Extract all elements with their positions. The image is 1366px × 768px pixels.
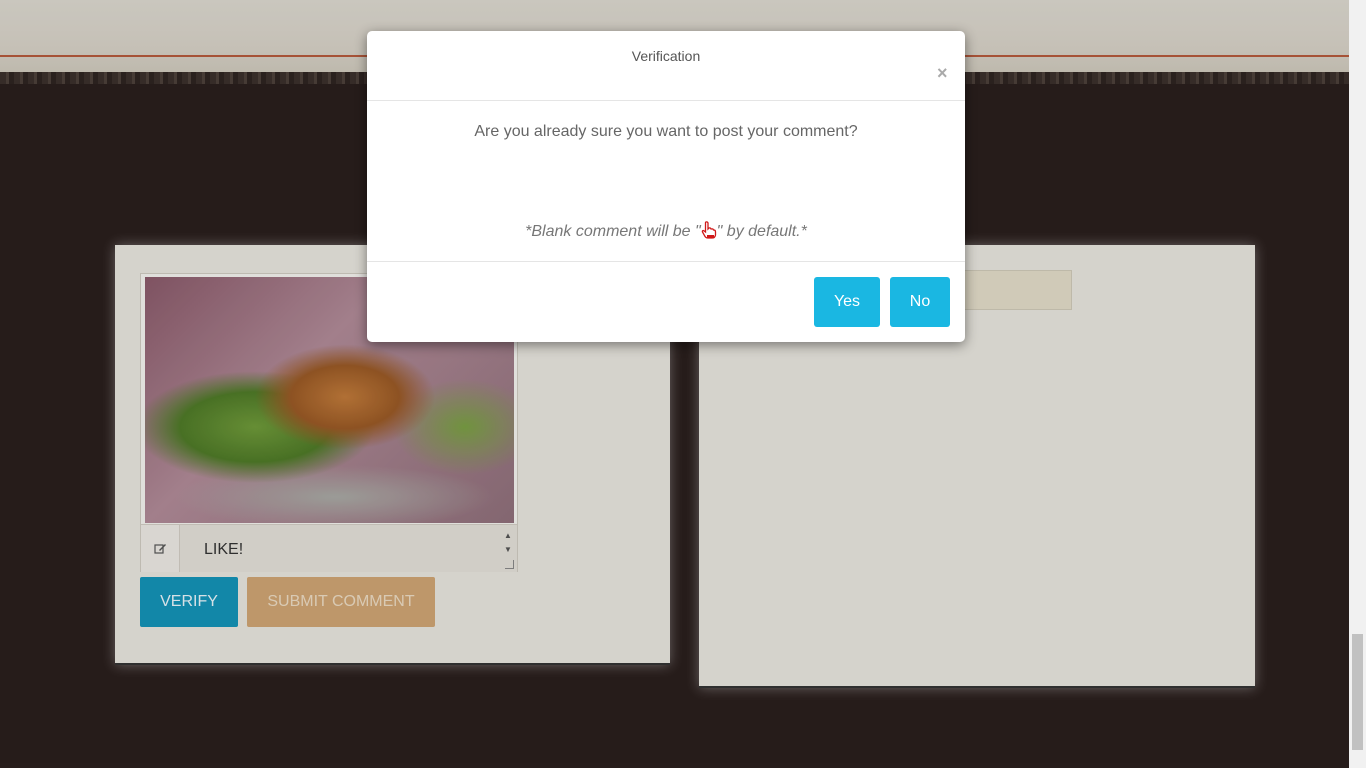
note-suffix: " by default.*: [716, 223, 807, 240]
yes-button[interactable]: Yes: [814, 277, 880, 327]
modal-footer: Yes No: [367, 262, 965, 342]
modal-header: Verification ×: [367, 31, 965, 101]
modal-title: Verification: [631, 48, 701, 64]
scrollbar-thumb[interactable]: [1352, 634, 1363, 750]
page-scrollbar[interactable]: [1349, 0, 1366, 768]
pointing-hand-icon: [701, 221, 717, 239]
confirm-question: Are you already sure you want to post yo…: [474, 123, 858, 140]
no-button[interactable]: No: [890, 277, 950, 327]
blank-comment-note: *Blank comment will be " " by default.*: [367, 221, 965, 241]
verification-modal: Verification × Are you already sure you …: [367, 31, 965, 342]
modal-body: Are you already sure you want to post yo…: [367, 101, 965, 262]
note-prefix: *Blank comment will be ": [525, 223, 701, 240]
close-icon[interactable]: ×: [937, 64, 949, 82]
